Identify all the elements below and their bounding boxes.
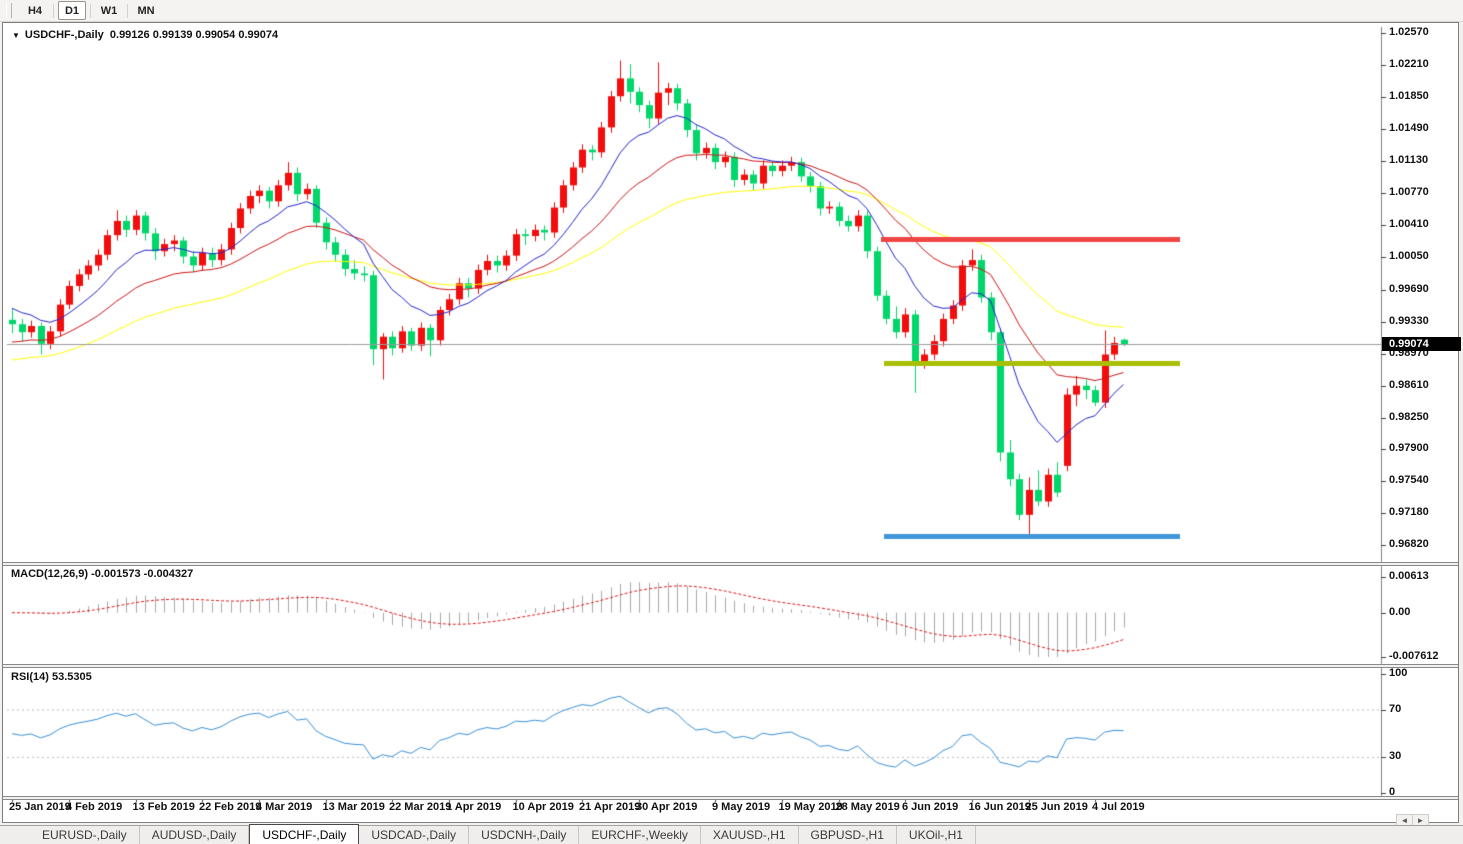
date-tick-label: 6 Jun 2019 xyxy=(902,801,959,813)
tab-audusd-daily[interactable]: AUDUSD-,Daily xyxy=(140,826,250,844)
date-tick-label: 21 Apr 2019 xyxy=(579,801,641,813)
price-tick-label: 1.01490 xyxy=(1389,122,1429,135)
tab-eurusd-daily[interactable]: EURUSD-,Daily xyxy=(30,826,140,844)
chart-symbol-line: ▼ USDCHF-,Daily 0.99126 0.99139 0.99054 0… xyxy=(12,29,278,41)
price-tick-label: 0.99690 xyxy=(1389,282,1429,295)
date-tick-label: 13 Mar 2019 xyxy=(322,801,385,813)
date-tick-label: 4 Feb 2019 xyxy=(66,801,123,813)
rsi-tick-label: 70 xyxy=(1389,702,1402,715)
price-tick-label: 0.97540 xyxy=(1389,473,1429,486)
date-tick-label: 9 May 2019 xyxy=(712,801,771,813)
date-tick-label: 16 Jun 2019 xyxy=(968,801,1031,813)
price-tick-label: 0.99330 xyxy=(1389,314,1429,327)
tab-xauusd-h1[interactable]: XAUUSD-,H1 xyxy=(701,826,799,844)
price-tick-label: 0.98610 xyxy=(1389,378,1429,391)
rsi-tick-label: 100 xyxy=(1389,667,1408,680)
panel-splitter-bottom xyxy=(3,796,1458,800)
price-tick-label: 1.01130 xyxy=(1389,154,1429,167)
rsi-tick-label: 0 xyxy=(1389,786,1396,798)
current-price-label: 0.99074 xyxy=(1382,337,1461,352)
tab-ukoil-h1[interactable]: UKOil-,H1 xyxy=(897,826,976,844)
symbol-tab-bar: EURUSD-,Daily AUDUSD-,Daily USDCHF-,Daily U… xyxy=(0,824,1463,844)
tab-eurchf-weekly[interactable]: EURCHF-,Weekly xyxy=(579,826,701,844)
date-tick-label: 22 Mar 2019 xyxy=(389,801,452,813)
horizontal-scrollbar[interactable]: ◄ ► xyxy=(3,813,1458,827)
price-tick-label: 0.98250 xyxy=(1389,410,1429,423)
price-tick-label: 1.00770 xyxy=(1389,186,1429,199)
price-tick-label: 1.02570 xyxy=(1389,26,1429,38)
date-tick-label: 22 Feb 2019 xyxy=(199,801,262,813)
price-tick-label: 1.00050 xyxy=(1389,250,1429,263)
price-tick-label: 1.02210 xyxy=(1389,58,1429,71)
macd-tick-label: 0.00 xyxy=(1389,605,1411,618)
date-tick-label: 4 Jul 2019 xyxy=(1092,801,1145,813)
macd-indicator-label: MACD(12,26,9) -0.001573 -0.004327 xyxy=(11,568,194,580)
date-tick-label: 13 Feb 2019 xyxy=(132,801,195,813)
date-tick-label: 10 Apr 2019 xyxy=(512,801,574,813)
price-tick-label: 1.00410 xyxy=(1389,218,1429,231)
tab-usdcnh-daily[interactable]: USDCNH-,Daily xyxy=(469,826,580,844)
date-tick-label: 28 May 2019 xyxy=(835,801,900,813)
panel-splitter-rsi[interactable] xyxy=(3,664,1458,668)
chart-canvas[interactable] xyxy=(0,0,1463,844)
chevron-down-icon[interactable]: ▼ xyxy=(12,31,20,40)
price-tick-label: 0.96820 xyxy=(1389,538,1429,551)
price-tick-label: 0.97180 xyxy=(1389,506,1429,519)
tab-usdcad-daily[interactable]: USDCAD-,Daily xyxy=(359,826,470,844)
date-tick-label: 25 Jun 2019 xyxy=(1025,801,1088,813)
macd-tick-label: -0.007612 xyxy=(1389,649,1439,662)
tab-gbpusd-h1[interactable]: GBPUSD-,H1 xyxy=(799,826,897,844)
panel-splitter-macd[interactable] xyxy=(3,562,1458,566)
date-tick-label: 1 Apr 2019 xyxy=(446,801,502,813)
macd-tick-label: 0.00613 xyxy=(1389,570,1429,582)
price-tick-label: 0.97900 xyxy=(1389,441,1429,454)
tab-usdchf-daily[interactable]: USDCHF-,Daily xyxy=(249,824,360,844)
rsi-tick-label: 30 xyxy=(1389,750,1402,763)
symbol-ohlc-values: 0.99126 0.99139 0.99054 0.99074 xyxy=(109,29,279,41)
date-tick-label: 4 Mar 2019 xyxy=(256,801,313,813)
date-tick-label: 19 May 2019 xyxy=(778,801,843,813)
price-tick-label: 1.01850 xyxy=(1389,90,1429,103)
date-tick-label: 30 Apr 2019 xyxy=(636,801,698,813)
date-tick-label: 25 Jan 2019 xyxy=(9,801,71,813)
symbol-name: USDCHF-,Daily xyxy=(24,29,104,41)
rsi-indicator-label: RSI(14) 53.5305 xyxy=(11,671,92,683)
